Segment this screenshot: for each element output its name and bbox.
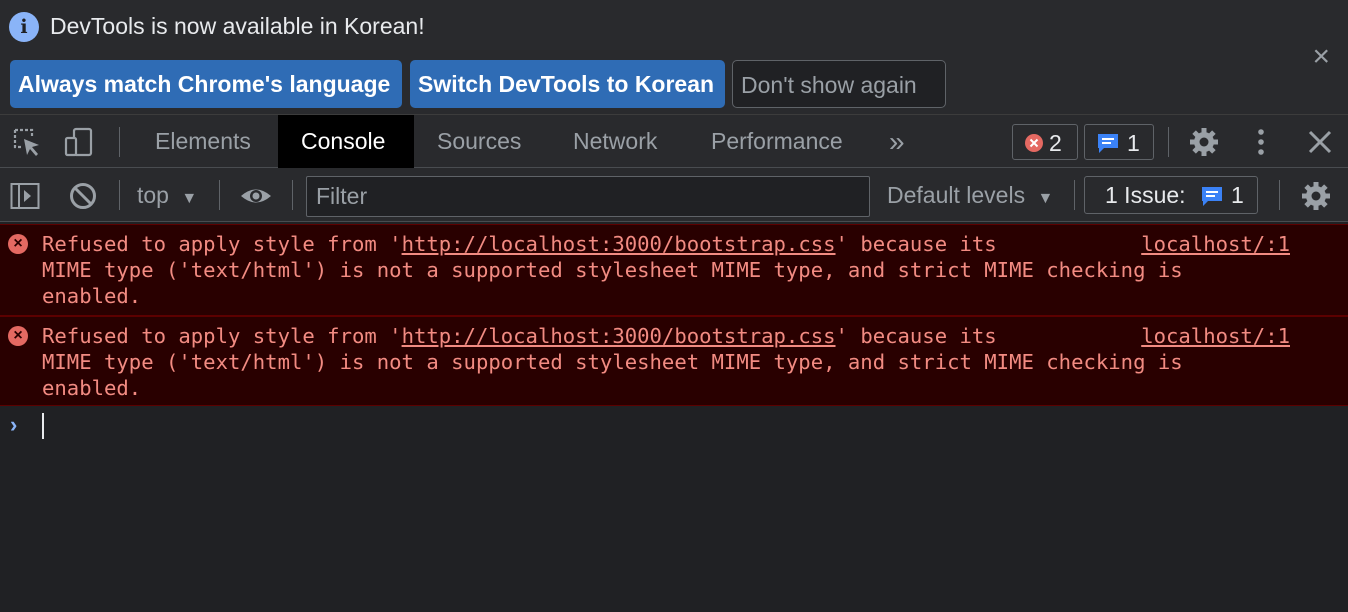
more-vertical-icon[interactable] bbox=[1246, 127, 1276, 157]
console-error-message: × Refused to apply style from 'http://lo… bbox=[0, 224, 1348, 316]
message-text: Refused to apply style from ' bbox=[42, 324, 402, 348]
log-levels-dropdown[interactable]: Default levels ▼ bbox=[887, 182, 1053, 209]
chevron-down-icon: ▼ bbox=[1037, 190, 1054, 207]
issues-label: 1 Issue: bbox=[1105, 182, 1186, 208]
context-selector[interactable]: top ▼ bbox=[137, 182, 197, 209]
stylesheet-link[interactable]: http://localhost:3000/bootstrap.css bbox=[402, 324, 836, 348]
chevron-down-icon: ▼ bbox=[181, 190, 198, 207]
tab-elements[interactable]: Elements bbox=[132, 115, 274, 168]
error-icon bbox=[1025, 134, 1043, 152]
console-error-message: × Refused to apply style from 'http://lo… bbox=[0, 316, 1348, 406]
message-counter[interactable]: 1 bbox=[1084, 124, 1154, 160]
sidebar-toggle-icon[interactable] bbox=[10, 181, 40, 211]
source-link[interactable]: localhost/:1 bbox=[1141, 232, 1290, 256]
gear-icon[interactable] bbox=[1189, 127, 1219, 157]
stylesheet-link[interactable]: http://localhost:3000/bootstrap.css bbox=[402, 232, 836, 256]
tab-performance[interactable]: Performance bbox=[688, 115, 866, 168]
console-settings-gear-icon[interactable] bbox=[1301, 181, 1331, 211]
dont-show-again-button[interactable]: Don't show again bbox=[732, 60, 946, 108]
console-input-caret[interactable] bbox=[42, 413, 44, 439]
issues-button[interactable]: 1 Issue: 1 bbox=[1084, 176, 1258, 214]
inspect-element-icon[interactable] bbox=[12, 127, 42, 157]
context-label: top bbox=[137, 182, 169, 208]
tab-console[interactable]: Console bbox=[278, 115, 414, 168]
message-line-2: MIME type ('text/html') is not a support… bbox=[42, 258, 1183, 282]
infobar-close-icon[interactable]: × bbox=[1312, 40, 1330, 74]
toolbar-divider bbox=[1168, 127, 1169, 157]
toolbar-divider bbox=[119, 180, 120, 210]
error-count: 2 bbox=[1049, 130, 1062, 156]
language-infobar: i DevTools is now available in Korean! A… bbox=[0, 0, 1348, 115]
message-icon bbox=[1098, 134, 1118, 153]
toolbar-divider bbox=[1074, 180, 1075, 210]
message-text: ' because its bbox=[835, 324, 997, 348]
info-icon: i bbox=[9, 12, 39, 42]
live-expression-icon[interactable] bbox=[239, 181, 273, 211]
infobar-message: DevTools is now available in Korean! bbox=[50, 13, 425, 39]
message-line-3: enabled. bbox=[42, 376, 142, 400]
tab-network[interactable]: Network bbox=[550, 115, 680, 168]
message-text: ' because its bbox=[835, 232, 997, 256]
toolbar-divider bbox=[292, 180, 293, 210]
switch-to-korean-button[interactable]: Switch DevTools to Korean bbox=[410, 60, 725, 108]
tab-sources[interactable]: Sources bbox=[414, 115, 544, 168]
error-icon: × bbox=[8, 326, 28, 346]
close-devtools-icon[interactable] bbox=[1305, 127, 1335, 157]
message-line-2: MIME type ('text/html') is not a support… bbox=[42, 350, 1183, 374]
main-toolbar: Elements Console Sources Network Perform… bbox=[0, 115, 1348, 168]
clear-console-icon[interactable] bbox=[68, 181, 98, 211]
always-match-language-button[interactable]: Always match Chrome's language bbox=[10, 60, 402, 108]
toolbar-divider bbox=[119, 127, 120, 157]
console-toolbar: top ▼ Default levels ▼ 1 Issue: 1 bbox=[0, 168, 1348, 222]
more-tabs-icon[interactable]: » bbox=[866, 115, 928, 168]
toolbar-divider bbox=[1279, 180, 1280, 210]
error-icon: × bbox=[8, 234, 28, 254]
message-count: 1 bbox=[1127, 130, 1140, 156]
message-icon bbox=[1202, 187, 1222, 206]
error-counter[interactable]: 2 bbox=[1012, 124, 1078, 160]
message-line-3: enabled. bbox=[42, 284, 142, 308]
message-text: Refused to apply style from ' bbox=[42, 232, 402, 256]
device-toolbar-icon[interactable] bbox=[64, 127, 94, 157]
message-line-1: Refused to apply style from 'http://loca… bbox=[42, 324, 997, 348]
console-prompt-icon: › bbox=[10, 412, 18, 437]
toolbar-divider bbox=[219, 180, 220, 210]
source-link[interactable]: localhost/:1 bbox=[1141, 324, 1290, 348]
message-line-1: Refused to apply style from 'http://loca… bbox=[42, 232, 997, 256]
log-levels-label: Default levels bbox=[887, 182, 1026, 208]
filter-input[interactable] bbox=[306, 176, 870, 217]
issues-count: 1 bbox=[1231, 182, 1244, 208]
